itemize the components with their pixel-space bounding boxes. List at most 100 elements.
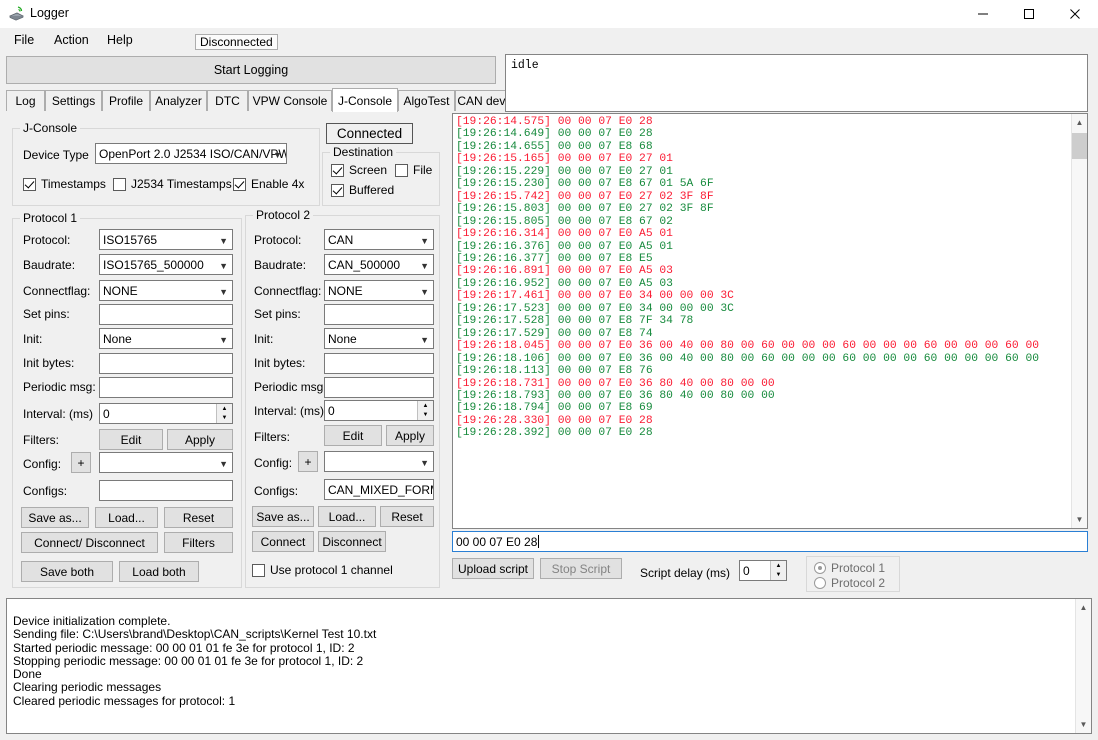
protocol-1-setpins-input[interactable] (99, 304, 233, 325)
protocol-1-reset-button[interactable]: Reset (164, 507, 233, 528)
protocol-2-initbytes-input[interactable] (324, 353, 434, 374)
spinner-down-icon[interactable]: ▼ (217, 414, 232, 424)
tab-j-console[interactable]: J-Console (332, 88, 398, 112)
protocol-1-config-combo[interactable]: ▼ (99, 452, 233, 473)
protocol-1-filters-apply-button[interactable]: Apply (167, 429, 233, 450)
tab-profile[interactable]: Profile (102, 90, 150, 111)
protocol-2-filters-apply-button[interactable]: Apply (386, 425, 434, 446)
tab-algotest[interactable]: AlgoTest (398, 90, 455, 111)
spinner-buttons[interactable]: ▲ ▼ (770, 561, 786, 580)
close-button[interactable] (1052, 0, 1098, 28)
device-type-combo[interactable]: OpenPort 2.0 J2534 ISO/CAN/VPW ▼ (95, 143, 287, 164)
protocol-2-connectflag-combo[interactable]: NONE ▼ (324, 280, 434, 301)
protocol-2-connect-button[interactable]: Connect (252, 531, 314, 552)
scroll-up-icon[interactable]: ▲ (1076, 599, 1091, 616)
console-log-line: [19:26:28.392] 00 00 07 E0 28 (456, 427, 653, 440)
scroll-up-icon[interactable]: ▲ (1072, 114, 1087, 131)
protocol-1-periodicmsg-input[interactable] (99, 377, 233, 398)
protocol-1-load-button[interactable]: Load... (95, 507, 158, 528)
logger-application-window: Logger File Action Help Disconnected Sta… (0, 0, 1098, 740)
console-log-line: [19:26:17.529] 00 00 07 E8 74 (456, 327, 653, 340)
minimize-button[interactable] (960, 0, 1006, 28)
spinner-down-icon[interactable]: ▼ (771, 571, 786, 581)
script-delay-stepper[interactable]: 0 ▲ ▼ (739, 560, 787, 581)
tab-vpw-console[interactable]: VPW Console (248, 90, 332, 111)
chevron-down-icon: ▼ (420, 457, 429, 468)
save-both-button[interactable]: Save both (21, 561, 113, 582)
protocol-1-configs-input[interactable] (99, 480, 233, 501)
tab-analyzer[interactable]: Analyzer (150, 90, 207, 111)
protocol-2-initbytes-label: Init bytes: (254, 356, 306, 370)
protocol-1-protocol-combo[interactable]: ISO15765 ▼ (99, 229, 233, 250)
maximize-button[interactable] (1006, 0, 1052, 28)
spinner-up-icon[interactable]: ▲ (418, 401, 433, 411)
checkbox-enable-4x[interactable]: Enable 4x (233, 177, 304, 191)
load-both-button[interactable]: Load both (119, 561, 199, 582)
scroll-down-icon[interactable]: ▼ (1072, 511, 1087, 528)
protocol-1-filters-button[interactable]: Filters (164, 532, 233, 553)
menu-item-help[interactable]: Help (107, 33, 133, 47)
console-vertical-scrollbar[interactable]: ▲ ▼ (1071, 114, 1087, 528)
command-input[interactable]: 00 00 07 E0 28 (452, 531, 1088, 552)
spinner-up-icon[interactable]: ▲ (771, 561, 786, 571)
protocol-1-config-add-button[interactable]: + (71, 452, 91, 473)
status-log-scrollbar[interactable]: ▲ ▼ (1075, 599, 1091, 733)
scroll-down-icon[interactable]: ▼ (1076, 716, 1091, 733)
checkbox-box (395, 163, 408, 177)
protocol-2-baudrate-label: Baudrate: (254, 258, 307, 272)
scrollbar-thumb[interactable] (1072, 133, 1087, 159)
protocol-2-baudrate-combo[interactable]: CAN_500000 ▼ (324, 254, 434, 275)
spinner-buttons[interactable]: ▲ ▼ (417, 401, 433, 420)
tab-dtc[interactable]: DTC (207, 90, 248, 111)
protocol-2-configs-label: Configs: (254, 484, 299, 498)
protocol-1-interval-stepper[interactable]: 0 ▲ ▼ (99, 403, 233, 424)
protocol-2-filters-label: Filters: (254, 430, 290, 444)
protocol-2-load-button[interactable]: Load... (318, 506, 376, 527)
protocol-2-config-add-button[interactable]: + (298, 451, 318, 472)
console-log-line: [19:26:14.655] 00 00 07 E8 68 (456, 140, 653, 153)
protocol-1-baudrate-combo[interactable]: ISO15765_500000 ▼ (99, 254, 233, 275)
console-log-line: [19:26:15.165] 00 00 07 E0 27 01 (456, 153, 673, 166)
chevron-down-icon: ▼ (420, 260, 429, 271)
protocol-1-init-combo[interactable]: None ▼ (99, 328, 233, 349)
checkbox-box (233, 177, 246, 191)
upload-script-button[interactable]: Upload script (452, 558, 534, 579)
device-type-label: Device Type (23, 148, 89, 162)
connected-status-box: Connected (326, 123, 413, 144)
protocol-1-initbytes-input[interactable] (99, 353, 233, 374)
protocol-2-setpins-input[interactable] (324, 304, 434, 325)
start-logging-button[interactable]: Start Logging (6, 56, 496, 84)
checkbox-j2534-timestamps[interactable]: J2534 Timestamps (113, 177, 232, 191)
checkbox-dest-screen[interactable]: Screen (331, 163, 387, 177)
protocol-1-connect-disconnect-button[interactable]: Connect/ Disconnect (21, 532, 158, 553)
menu-item-file[interactable]: File (14, 33, 34, 47)
protocol-2-periodicmsg-input[interactable] (324, 377, 434, 398)
checkbox-dest-file[interactable]: File (395, 163, 432, 177)
j-console-output-panel: [19:26:14.575] 00 00 07 E0 28 [19:26:14.6… (452, 113, 1088, 529)
checkbox-use-protocol-1-channel[interactable]: Use protocol 1 channel (252, 563, 393, 577)
protocol-2-config-combo[interactable]: ▼ (324, 451, 434, 472)
command-input-value: 00 00 07 E0 28 (456, 534, 538, 549)
protocol-2-reset-button[interactable]: Reset (380, 506, 434, 527)
checkbox-timestamps[interactable]: Timestamps (23, 177, 106, 191)
spinner-buttons[interactable]: ▲ ▼ (216, 404, 232, 423)
protocol-1-setpins-label: Set pins: (23, 307, 70, 321)
tab-log[interactable]: Log (6, 90, 45, 111)
protocol-2-init-combo[interactable]: None ▼ (324, 328, 434, 349)
status-log-line: Cleared periodic messages for protocol: … (13, 693, 236, 708)
spinner-up-icon[interactable]: ▲ (217, 404, 232, 414)
spinner-down-icon[interactable]: ▼ (418, 411, 433, 421)
protocol-2-interval-stepper[interactable]: 0 ▲ ▼ (324, 400, 434, 421)
protocol-2-disconnect-button[interactable]: Disconnect (318, 531, 386, 552)
protocol-1-filters-edit-button[interactable]: Edit (99, 429, 163, 450)
tab-settings[interactable]: Settings (45, 90, 102, 111)
protocol-1-save-as-button[interactable]: Save as... (21, 507, 89, 528)
menu-item-action[interactable]: Action (54, 33, 89, 47)
protocol-1-connectflag-combo[interactable]: NONE ▼ (99, 280, 233, 301)
protocol-2-configs-input[interactable]: CAN_MIXED_FORMAT (324, 479, 434, 500)
checkbox-dest-buffered[interactable]: Buffered (331, 183, 394, 197)
chevron-down-icon: ▼ (219, 260, 228, 271)
protocol-2-protocol-combo[interactable]: CAN ▼ (324, 229, 434, 250)
protocol-2-filters-edit-button[interactable]: Edit (324, 425, 382, 446)
protocol-2-save-as-button[interactable]: Save as... (252, 506, 314, 527)
